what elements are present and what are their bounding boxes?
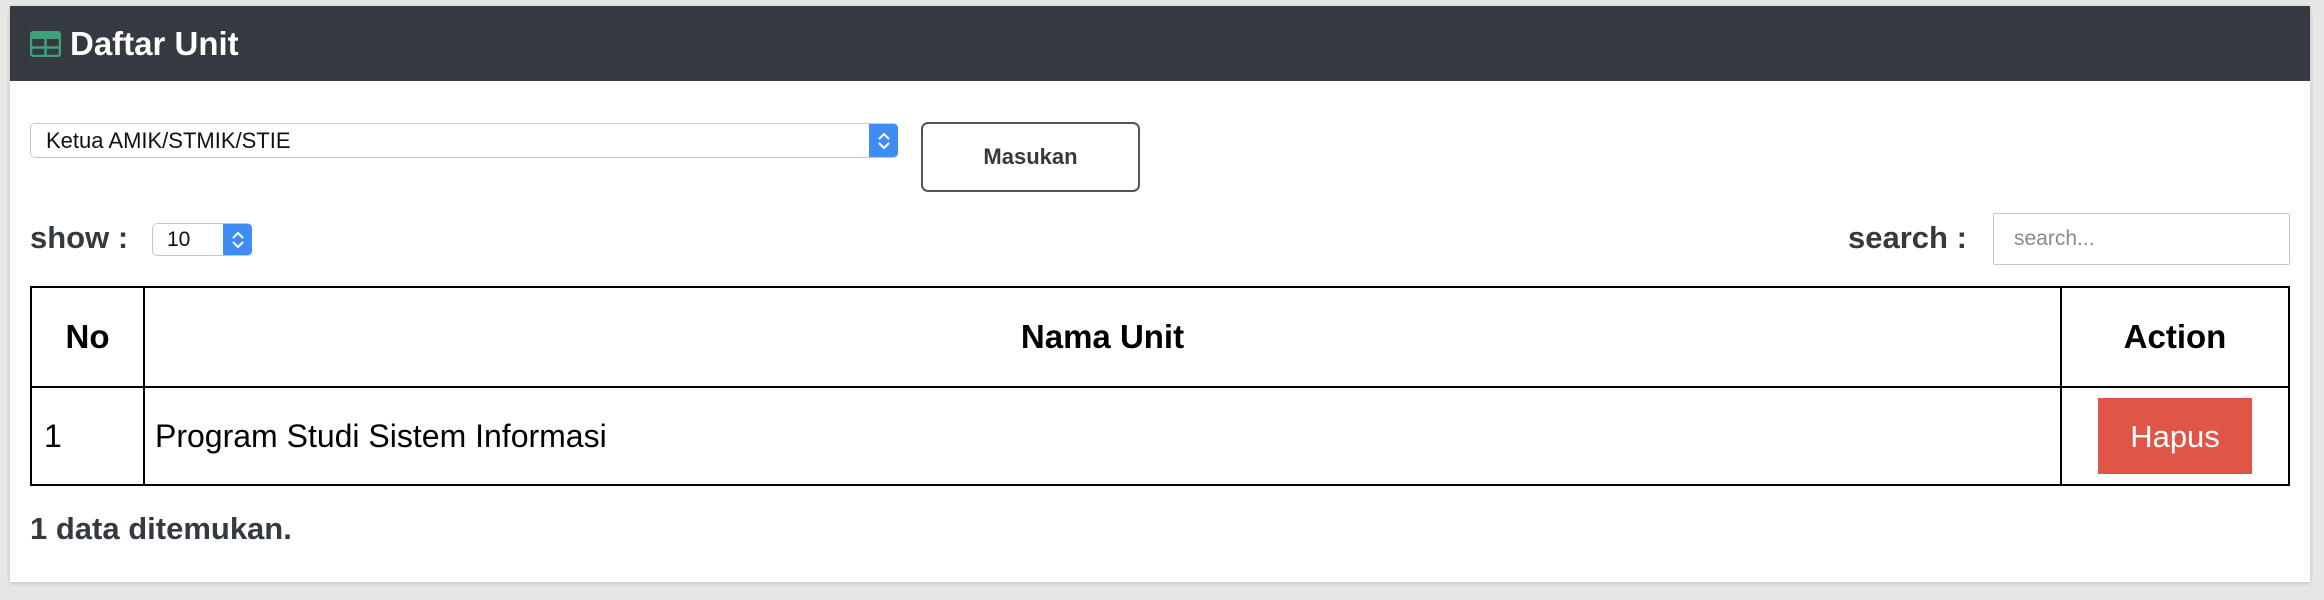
row-nama-unit: Program Studi Sistem Informasi (143, 386, 2062, 486)
panel-header: Daftar Unit (10, 6, 2310, 81)
show-label: show : (30, 220, 129, 255)
search-label: search : (1848, 220, 1967, 255)
unit-select[interactable]: Ketua AMIK/STMIK/STIE (30, 123, 898, 158)
unit-list-panel: Daftar Unit Ketua AMIK/STMIK/STIE Masuka… (10, 6, 2310, 582)
search-input[interactable] (1993, 213, 2290, 265)
show-entries-select[interactable]: 10 (152, 223, 252, 256)
table-icon (30, 30, 61, 57)
unit-table: No Nama Unit Action 1 Program Studi Sist… (30, 286, 2290, 486)
page-title: Daftar Unit (70, 24, 239, 62)
row-no: 1 (30, 386, 145, 486)
table-header-row: No Nama Unit Action (30, 286, 2290, 388)
masukan-button[interactable]: Masukan (921, 122, 1140, 192)
select-arrows-icon (869, 124, 898, 157)
show-entries-value: 10 (167, 227, 191, 251)
column-header-action: Action (2060, 286, 2290, 388)
unit-select-value: Ketua AMIK/STMIK/STIE (46, 127, 291, 153)
column-header-no: No (30, 286, 145, 388)
row-action-cell: Hapus (2060, 386, 2290, 486)
result-count: 1 data ditemukan. (30, 511, 292, 546)
column-header-nama-unit: Nama Unit (143, 286, 2062, 388)
hapus-button[interactable]: Hapus (2098, 398, 2252, 474)
table-row: 1 Program Studi Sistem Informasi Hapus (30, 386, 2290, 486)
select-arrows-icon (223, 224, 252, 255)
